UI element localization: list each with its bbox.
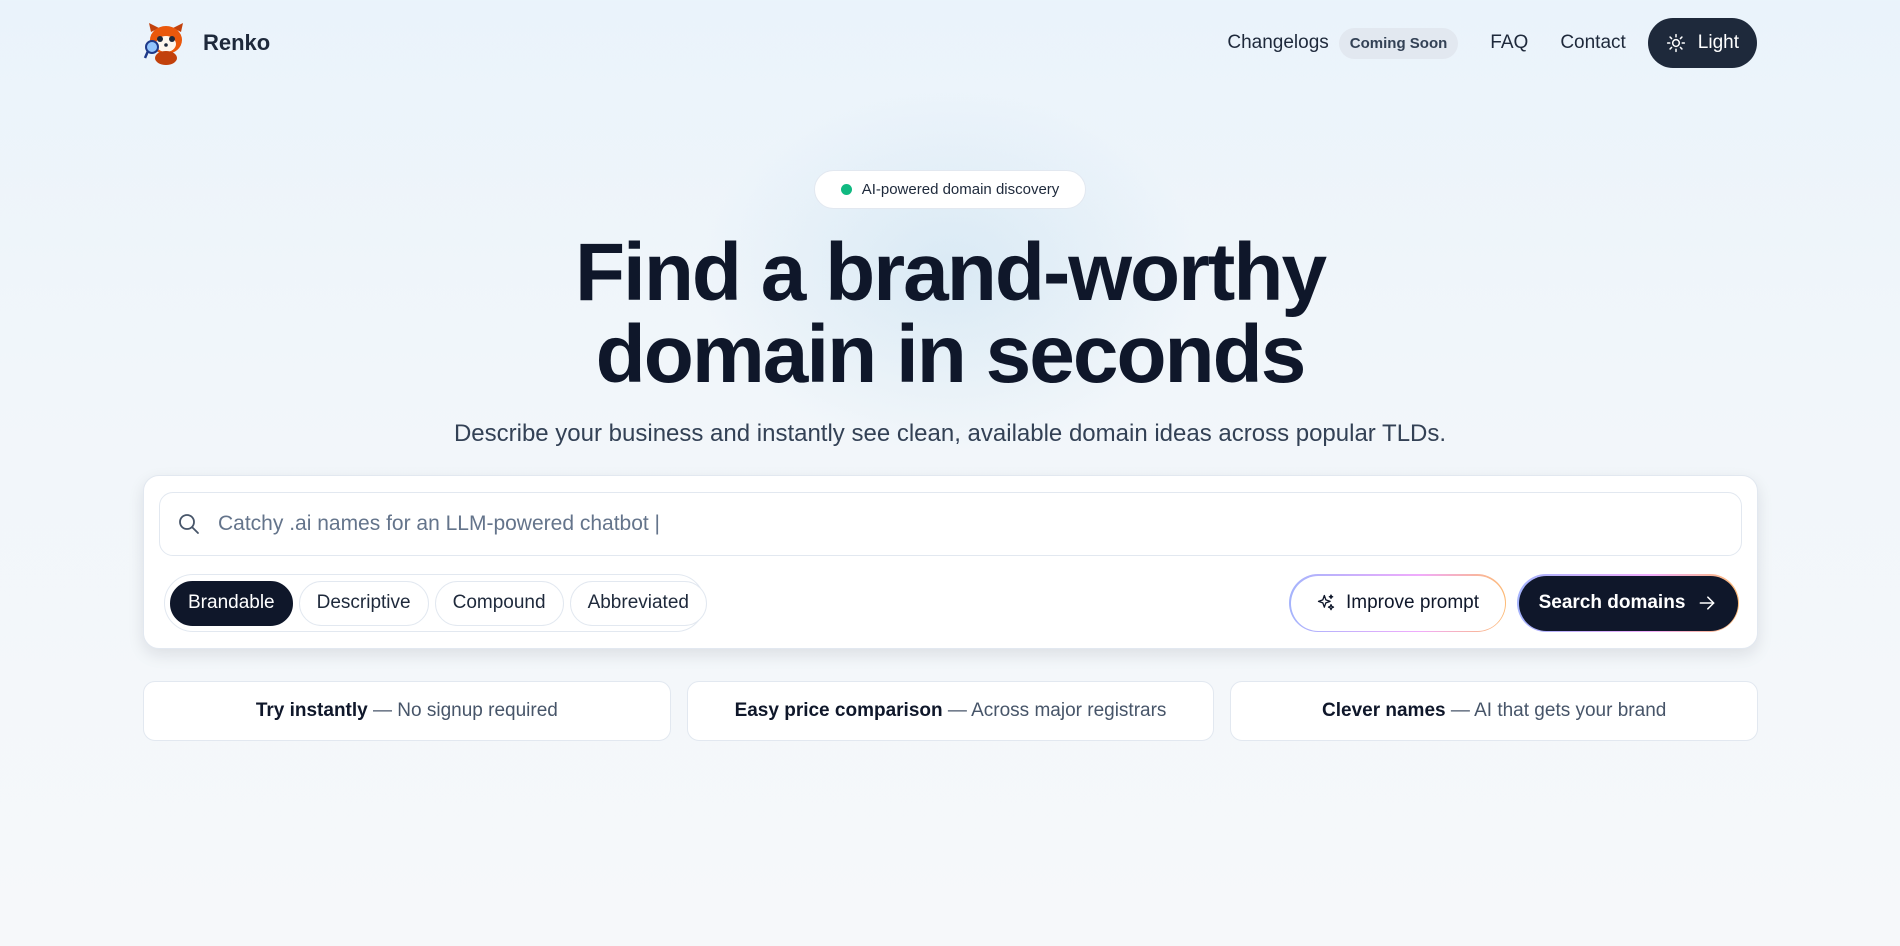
improve-prompt-label: Improve prompt	[1345, 592, 1480, 613]
sun-icon	[1666, 33, 1685, 53]
coming-soon-badge: Coming Soon	[1338, 27, 1459, 59]
theme-toggle-button[interactable]: Light	[1647, 18, 1757, 68]
search-domains-label: Search domains	[1538, 592, 1686, 613]
style-chip-compound[interactable]: Compound	[434, 580, 564, 626]
red-panda-logo-icon	[143, 23, 183, 65]
improve-prompt-button[interactable]: Improve prompt	[1290, 575, 1505, 631]
feature-desc: — Across major registrars	[942, 700, 1167, 721]
style-chip-descriptive[interactable]: Descriptive	[298, 580, 429, 626]
hero-badge-label: AI-powered domain discovery	[861, 181, 1060, 198]
search-card: Brandable Descriptive Compound Abbreviat…	[143, 475, 1758, 649]
brand-name: Renko	[203, 30, 271, 55]
improve-prompt-border: Improve prompt	[1289, 574, 1506, 632]
style-chip-brandable[interactable]: Brandable	[170, 580, 293, 626]
search-icon	[179, 514, 199, 534]
nav-faq-link[interactable]: FAQ	[1490, 32, 1528, 54]
feature-desc: — AI that gets your brand	[1445, 700, 1667, 721]
status-dot-icon	[840, 184, 852, 195]
brand[interactable]: Renko	[143, 20, 270, 66]
nav-contact-link[interactable]: Contact	[1560, 32, 1625, 54]
feature-title: Try instantly	[255, 700, 368, 721]
sparkle-icon	[1317, 594, 1335, 611]
feature-card: Clever names — AI that gets your brand	[1230, 681, 1759, 741]
theme-toggle-label: Light	[1697, 32, 1739, 53]
feature-card: Easy price comparison — Across major reg…	[686, 681, 1215, 741]
feature-highlights: Try instantly — No signup required Easy …	[143, 681, 1759, 741]
search-box	[159, 492, 1742, 556]
feature-title: Easy price comparison	[734, 700, 943, 721]
feature-card: Try instantly — No signup required	[143, 681, 671, 741]
headline-line-1: Find a brand-worthy	[574, 227, 1327, 318]
search-input[interactable]	[218, 493, 1718, 555]
headline-line-2: domain in seconds	[595, 309, 1307, 400]
hero-subtitle: Describe your business and instantly see…	[453, 420, 1447, 447]
page-title: Find a brand-worthy domain in seconds	[0, 232, 1900, 396]
nav-links: Features Changelogs Coming Soon FAQ Cont…	[286, 18, 1757, 720]
top-nav: Renko Features Changelogs Coming Soon FA…	[143, 18, 1757, 720]
search-domains-button[interactable]: Search domains	[1518, 575, 1738, 631]
name-style-selector: Brandable Descriptive Compound Abbreviat…	[164, 574, 707, 632]
nav-changelogs-link[interactable]: Changelogs	[1227, 32, 1328, 54]
style-chip-abbreviated[interactable]: Abbreviated	[569, 580, 707, 626]
hero-badge: AI-powered domain discovery	[814, 170, 1086, 209]
feature-title: Clever names	[1322, 700, 1446, 721]
feature-desc: — No signup required	[367, 700, 558, 721]
arrow-right-icon	[1699, 596, 1715, 610]
search-domains-border: Search domains	[1517, 574, 1739, 632]
